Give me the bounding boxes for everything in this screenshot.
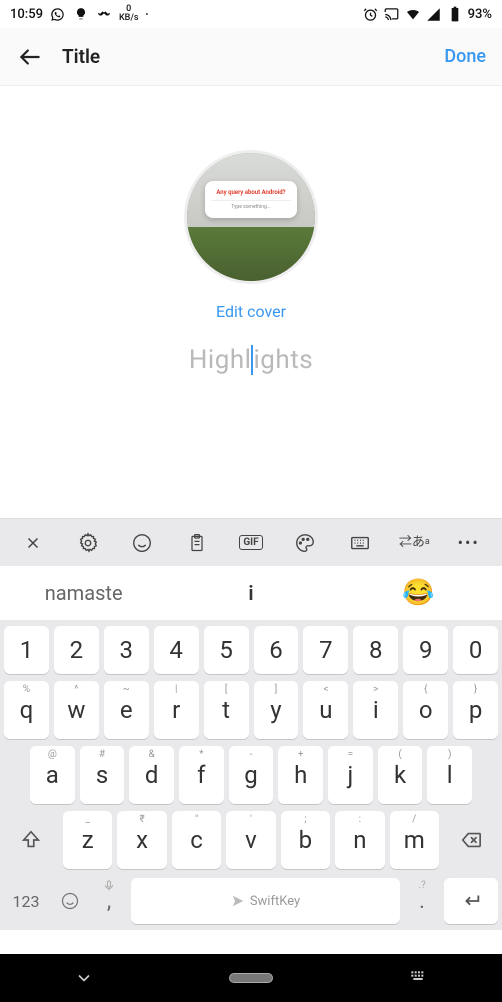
keyboard-layout-icon[interactable]	[344, 527, 376, 559]
key-b[interactable]: ;b	[281, 811, 330, 869]
key-9[interactable]: 9	[403, 626, 448, 674]
key-o[interactable]: {o	[403, 681, 448, 739]
keyboard-toolbar: GIF ⇄あa •••	[0, 518, 502, 566]
status-bar: 10:59 0 KB/s • 93%	[0, 0, 502, 28]
key-8[interactable]: 8	[353, 626, 398, 674]
emoji-key[interactable]	[53, 878, 87, 924]
spacebar-key[interactable]: SwiftKey	[131, 878, 400, 924]
edit-cover-button[interactable]: Edit cover	[216, 302, 286, 321]
comma-key[interactable]: ,	[92, 878, 126, 924]
key-l[interactable]: )l	[427, 746, 472, 804]
suggestion-mid[interactable]: i	[167, 581, 334, 605]
navigation-bar	[0, 954, 502, 1002]
key-i[interactable]: >i	[353, 681, 398, 739]
key-n[interactable]: :n	[335, 811, 384, 869]
key-y[interactable]: ]y	[254, 681, 299, 739]
close-icon[interactable]	[17, 527, 49, 559]
key-d[interactable]: &d	[129, 746, 174, 804]
content-area: Any query about Android? Type something.…	[0, 86, 502, 518]
wifi-icon	[405, 6, 421, 22]
app-header: Title Done	[0, 28, 502, 86]
nav-back-button[interactable]	[44, 968, 124, 988]
gif-icon[interactable]: GIF	[235, 527, 267, 559]
network-speed: 0 KB/s	[119, 5, 139, 23]
mustache-icon	[96, 6, 112, 22]
key-k[interactable]: (k	[378, 746, 423, 804]
period-key[interactable]: .? .	[405, 878, 439, 924]
key-q[interactable]: %q	[4, 681, 49, 739]
header-title: Title	[62, 45, 444, 68]
nav-home-button[interactable]	[211, 973, 291, 983]
key-3[interactable]: 3	[104, 626, 149, 674]
title-input[interactable]: Highlights	[189, 345, 313, 375]
dot-icon: •	[146, 10, 149, 19]
shift-key[interactable]	[4, 811, 58, 869]
cover-card-head: Any query about Android?	[211, 189, 291, 196]
done-button[interactable]: Done	[444, 46, 486, 67]
signal-icon	[426, 6, 442, 22]
suggestion-left[interactable]: namaste	[0, 581, 167, 605]
key-s[interactable]: #s	[80, 746, 125, 804]
alarm-icon	[363, 6, 379, 22]
emoji-icon[interactable]	[126, 527, 158, 559]
key-e[interactable]: ~e	[104, 681, 149, 739]
back-button[interactable]	[16, 43, 44, 71]
battery-icon	[447, 6, 463, 22]
cast-icon	[384, 6, 400, 22]
key-u[interactable]: <u	[303, 681, 348, 739]
clipboard-icon[interactable]	[181, 527, 213, 559]
key-0[interactable]: 0	[453, 626, 498, 674]
key-f[interactable]: *f	[179, 746, 224, 804]
key-4[interactable]: 4	[154, 626, 199, 674]
battery-percent: 93%	[468, 7, 492, 22]
backspace-key[interactable]	[444, 811, 498, 869]
key-t[interactable]: [t	[204, 681, 249, 739]
key-p[interactable]: }p	[453, 681, 498, 739]
palette-icon[interactable]	[289, 527, 321, 559]
key-z[interactable]: _z	[63, 811, 112, 869]
key-7[interactable]: 7	[303, 626, 348, 674]
whatsapp-icon	[50, 6, 66, 22]
cover-image[interactable]: Any query about Android? Type something.…	[184, 150, 318, 284]
enter-key[interactable]	[444, 878, 498, 924]
key-r[interactable]: |r	[154, 681, 199, 739]
bulb-icon	[73, 6, 89, 22]
suggestion-bar: namaste i 😂	[0, 566, 502, 620]
gear-icon[interactable]	[72, 527, 104, 559]
translate-icon[interactable]: ⇄あa	[398, 527, 430, 559]
key-a[interactable]: @a	[30, 746, 75, 804]
key-m[interactable]: /m	[390, 811, 439, 869]
key-w[interactable]: ^w	[54, 681, 99, 739]
keyboard: 1234567890 %q^w~e|r[t]y<u>i{o}p @a#s&d*f…	[0, 620, 502, 930]
key-6[interactable]: 6	[254, 626, 299, 674]
key-g[interactable]: -g	[229, 746, 274, 804]
key-c[interactable]: "c	[172, 811, 221, 869]
key-1[interactable]: 1	[4, 626, 49, 674]
key-5[interactable]: 5	[204, 626, 249, 674]
key-v[interactable]: 'v	[226, 811, 275, 869]
nav-keyboard-button[interactable]	[378, 970, 458, 986]
key-h[interactable]: +h	[278, 746, 323, 804]
more-icon[interactable]: •••	[453, 527, 485, 559]
suggestion-right[interactable]: 😂	[335, 578, 502, 608]
key-2[interactable]: 2	[54, 626, 99, 674]
key-x[interactable]: ₹x	[117, 811, 166, 869]
key-j[interactable]: =j	[328, 746, 373, 804]
status-time: 10:59	[10, 7, 43, 22]
cover-card-sub: Type something...	[211, 200, 291, 210]
num-toggle-key[interactable]: 123	[4, 878, 48, 924]
